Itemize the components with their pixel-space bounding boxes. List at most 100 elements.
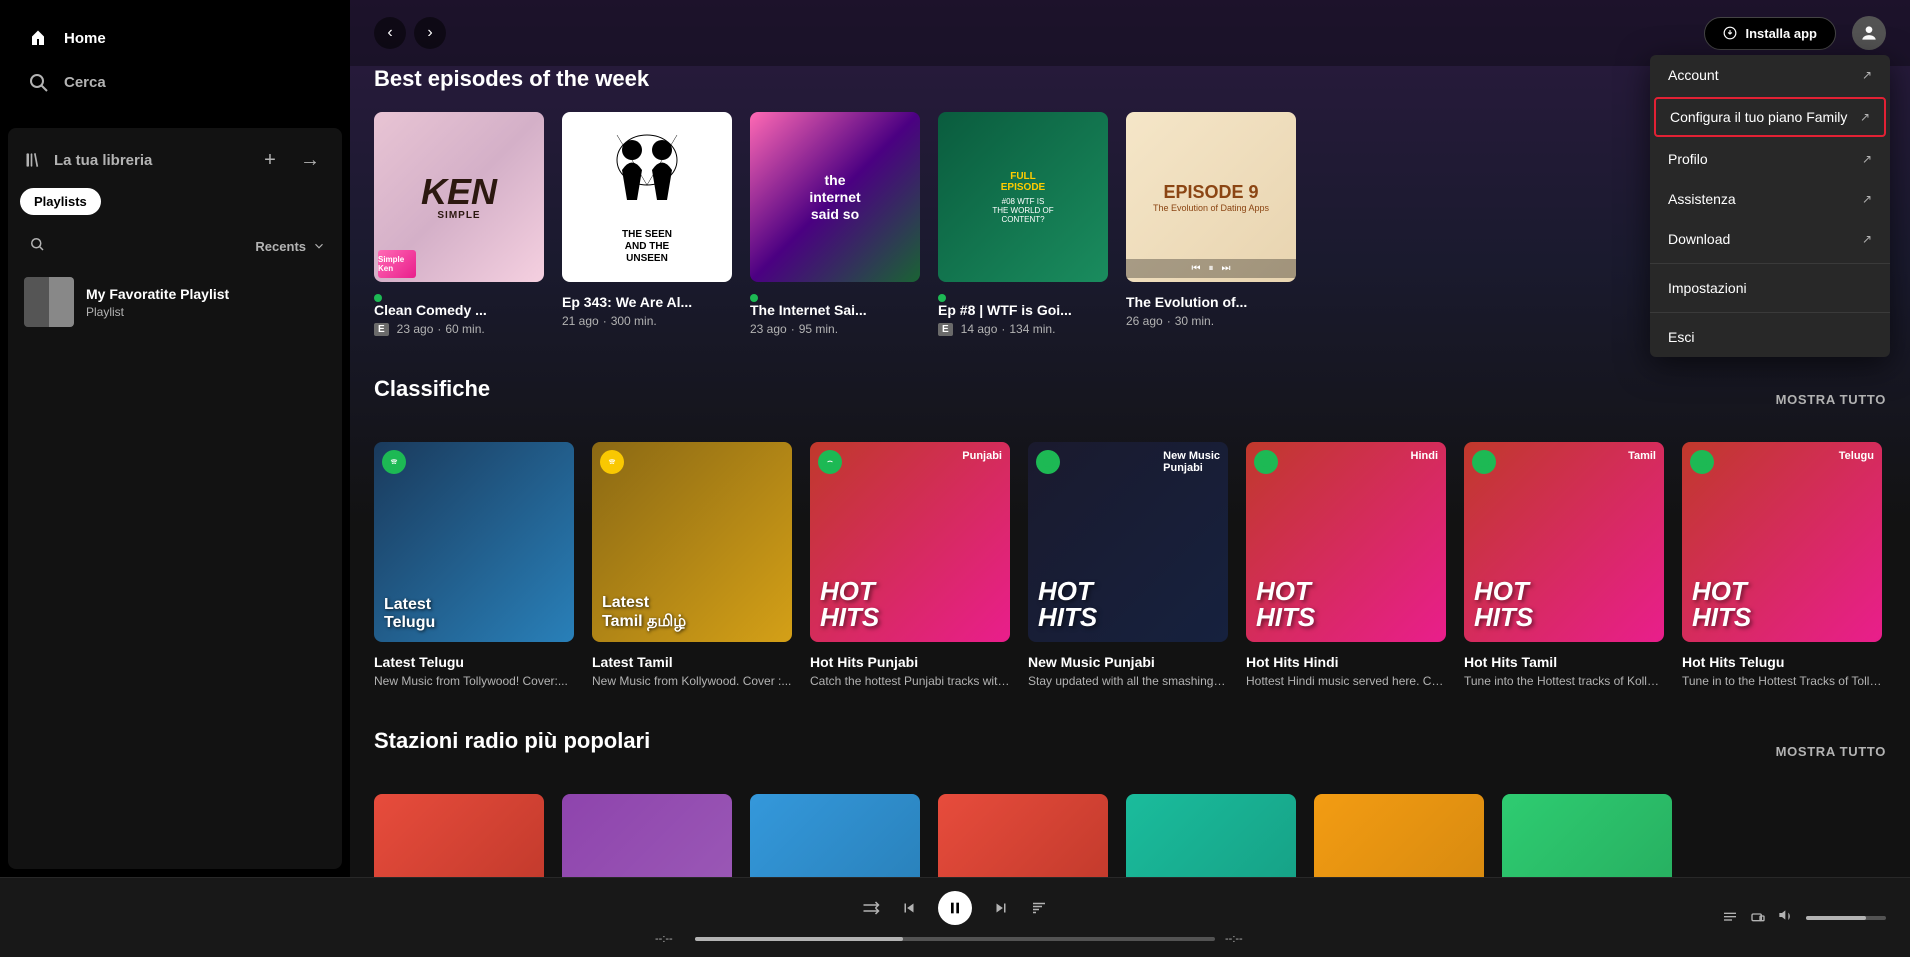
chart-thumb-3: Punjabi HOTHITS: [810, 442, 1010, 642]
transcript-button[interactable]: [1030, 899, 1048, 917]
chart-desc-6: Tune into the Hottest tracks of Kollywoo…: [1464, 674, 1664, 688]
episode-card-1[interactable]: KEN SIMPLE Simple Ken Clean Comedy ... E…: [374, 112, 544, 336]
home-icon: [26, 26, 50, 50]
radio-card-4[interactable]: KK: [938, 794, 1108, 877]
episode-card-4[interactable]: FULLEPISODE #08 WTF ISTHE WORLD OFCONTEN…: [938, 112, 1108, 336]
player-controls: [862, 891, 1048, 925]
library-icon: [24, 150, 44, 170]
chart-card-6[interactable]: Tamil HOTHITS Hot Hits Tamil Tune into t…: [1464, 442, 1664, 688]
recents-button[interactable]: Recents: [255, 239, 326, 254]
back-button[interactable]: ‹: [374, 17, 406, 49]
play-pause-button[interactable]: [938, 891, 972, 925]
forward-button[interactable]: ›: [414, 17, 446, 49]
next-button[interactable]: [992, 899, 1010, 917]
previous-button[interactable]: [900, 899, 918, 917]
chart-card-7[interactable]: Telugu HOTHITS Hot Hits Telugu Tune in t…: [1682, 442, 1882, 688]
radio-header: Stazioni radio più popolari Mostra tutto: [374, 728, 1886, 774]
sidebar-item-home[interactable]: Home: [12, 16, 338, 60]
chart-title-5: Hot Hits Hindi: [1246, 654, 1446, 670]
shuffle-button[interactable]: [862, 899, 880, 917]
chart-desc-5: Hottest Hindi music served here. Cover -…: [1246, 674, 1446, 688]
queue-button[interactable]: [1722, 910, 1738, 926]
user-avatar-button[interactable]: [1852, 16, 1886, 50]
chart-card-5[interactable]: Hindi HOTHITS Hot Hits Hindi Hottest Hin…: [1246, 442, 1446, 688]
episode-card-3[interactable]: theinternetsaid so The Internet Sai... 2…: [750, 112, 920, 336]
episode-title-1: Clean Comedy ...: [374, 302, 544, 318]
chart-desc-1: New Music from Tollywood! Cover:...: [374, 674, 574, 688]
external-link-icon: ↗: [1862, 68, 1872, 82]
sidebar-item-search[interactable]: Cerca: [12, 60, 338, 104]
radio-card-1[interactable]: Sidhu Moosa Wala: [374, 794, 544, 877]
chart-thumb-6: Tamil HOTHITS: [1464, 442, 1664, 642]
dropdown-profile[interactable]: Profilo ↗: [1650, 139, 1890, 179]
episode-meta-5: 26 ago · 30 min.: [1126, 314, 1296, 328]
episode-meta-2: 21 ago · 300 min.: [562, 314, 732, 328]
devices-button[interactable]: [1750, 910, 1766, 926]
dropdown-settings[interactable]: Impostazioni: [1650, 268, 1890, 308]
radio-card-3[interactable]: AR Dhillon: [750, 794, 920, 877]
player-right: [1586, 907, 1886, 928]
radio-thumb-5: [1126, 794, 1296, 877]
episode-title-2: Ep 343: We Are Al...: [562, 294, 732, 310]
chart-title-6: Hot Hits Tamil: [1464, 654, 1664, 670]
episode-dot-1: [374, 294, 544, 302]
charts-grid: LatestTelugu Latest Telugu New Music fro…: [374, 442, 1886, 688]
external-link-icon-family: ↗: [1860, 110, 1870, 124]
show-all-radio-button[interactable]: Mostra tutto: [1776, 744, 1886, 759]
radio-section: Stazioni radio più popolari Mostra tutto…: [374, 728, 1886, 877]
episode-dot-3: [750, 294, 920, 302]
radio-card-2[interactable]: Arijit Singh: [562, 794, 732, 877]
radio-card-7[interactable]: Pritam: [1502, 794, 1672, 877]
filter-playlists[interactable]: Playlists: [20, 188, 101, 215]
external-link-icon-help: ↗: [1862, 192, 1872, 206]
sidebar: Home Cerca La tua li: [0, 0, 350, 877]
progress-bar[interactable]: --:-- --:--: [655, 933, 1255, 945]
dropdown-logout[interactable]: Esci: [1650, 317, 1890, 357]
progress-track[interactable]: [695, 937, 1215, 941]
dropdown-account[interactable]: Account ↗: [1650, 55, 1890, 95]
add-library-button[interactable]: +: [254, 144, 286, 176]
chart-thumb-1: LatestTelugu: [374, 442, 574, 642]
library-search-button[interactable]: [24, 231, 50, 261]
chart-card-3[interactable]: Punjabi HOTHITS Hot Hits Punjabi Catch t…: [810, 442, 1010, 688]
radio-thumb-2: [562, 794, 732, 877]
dropdown-help[interactable]: Assistenza ↗: [1650, 179, 1890, 219]
filter-chips: Playlists: [20, 188, 330, 215]
external-link-icon-download: ↗: [1862, 232, 1872, 246]
volume-button[interactable]: [1778, 907, 1794, 928]
episode-thumb-4: FULLEPISODE #08 WTF ISTHE WORLD OFCONTEN…: [938, 112, 1108, 282]
episode-title-4: Ep #8 | WTF is Goi...: [938, 302, 1108, 318]
chart-card-2[interactable]: LatestTamil தமிழ் Latest Tamil New Music…: [592, 442, 792, 688]
chart-thumb-7: Telugu HOTHITS: [1682, 442, 1882, 642]
radio-card-5[interactable]: Udit Narayan: [1126, 794, 1296, 877]
playlist-item[interactable]: My Favoratite Playlist Playlist: [20, 269, 330, 335]
radio-thumb-4: [938, 794, 1108, 877]
search-icon: [26, 70, 50, 94]
expand-library-button[interactable]: →: [294, 144, 326, 176]
dropdown-download[interactable]: Download ↗: [1650, 219, 1890, 259]
radio-thumb-6: [1314, 794, 1484, 877]
radio-card-6[interactable]: Jubin Nautiyal: [1314, 794, 1484, 877]
dropdown-menu: Account ↗ Configura il tuo piano Family …: [1650, 55, 1890, 357]
chart-card-1[interactable]: LatestTelugu Latest Telugu New Music fro…: [374, 442, 574, 688]
episode-thumb-5: EPISODE 9 The Evolution of Dating Apps ⏮…: [1126, 112, 1296, 282]
classifiche-section: Classifiche Mostra tutto LatestTelugu La…: [374, 376, 1886, 688]
chart-desc-2: New Music from Kollywood. Cover :...: [592, 674, 792, 688]
radio-thumb-7: [1502, 794, 1672, 877]
user-icon: [1859, 23, 1879, 43]
chart-thumb-4: New MusicPunjabi HOTHITS: [1028, 442, 1228, 642]
episode-card-5[interactable]: EPISODE 9 The Evolution of Dating Apps ⏮…: [1126, 112, 1296, 336]
volume-bar[interactable]: [1806, 916, 1886, 920]
install-app-button[interactable]: Installa app: [1704, 17, 1836, 50]
episode-dot-4: [938, 294, 1108, 302]
show-all-charts-button[interactable]: Mostra tutto: [1776, 392, 1886, 407]
time-current: --:--: [655, 933, 685, 945]
library-title[interactable]: La tua libreria: [24, 150, 152, 170]
library-header: La tua libreria + →: [20, 140, 330, 188]
episode-meta-4: E 14 ago · 134 min.: [938, 322, 1108, 336]
radio-grid: Sidhu Moosa Wala Arijit Singh AR Dhillon…: [374, 794, 1886, 877]
dropdown-family[interactable]: Configura il tuo piano Family ↗: [1654, 97, 1886, 137]
episode-card-2[interactable]: THE SEENAND THEUNSEEN Ep 343: We Are Al.…: [562, 112, 732, 336]
chart-card-4[interactable]: New MusicPunjabi HOTHITS New Music Punja…: [1028, 442, 1228, 688]
chart-title-4: New Music Punjabi: [1028, 654, 1228, 670]
